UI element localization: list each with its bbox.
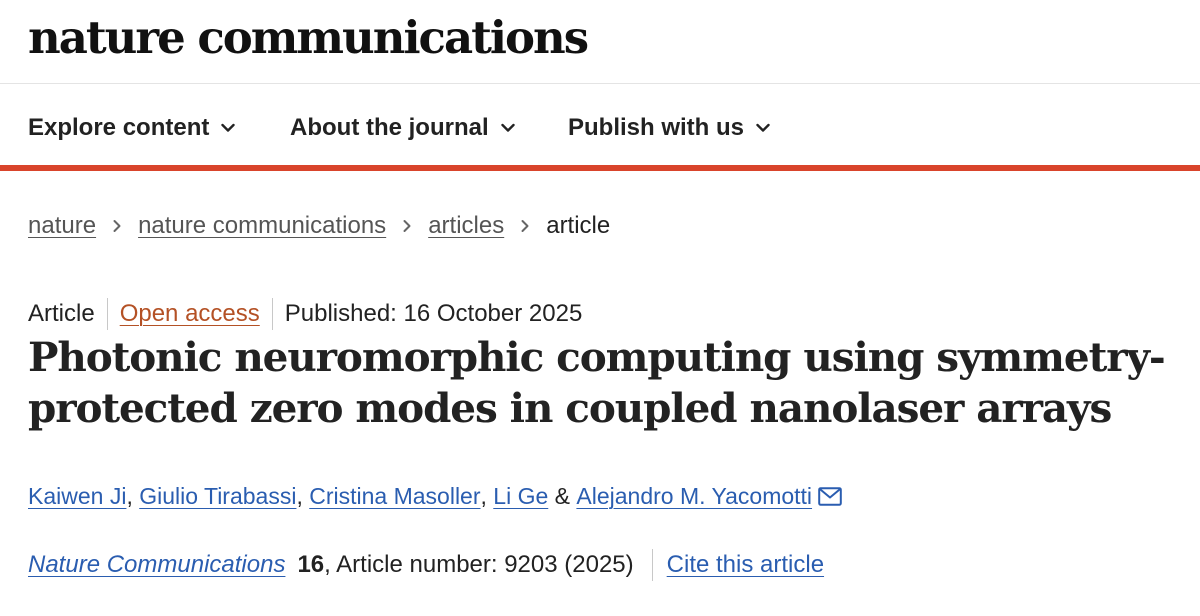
breadcrumb-articles[interactable]: articles <box>428 212 504 240</box>
open-access-link[interactable]: Open access <box>120 300 260 328</box>
article-title-line-2: protected zero modes in coupled nanolase… <box>28 384 1112 432</box>
author-link[interactable]: Alejandro M. Yacomotti <box>576 483 812 510</box>
author-link[interactable]: Li Ge <box>493 483 548 510</box>
citation-line: Nature Communications 16 , Article numbe… <box>28 547 824 583</box>
chevron-down-icon <box>500 123 515 133</box>
masthead: nature communications <box>0 0 1200 84</box>
author-separator: , <box>296 482 303 509</box>
envelope-icon[interactable] <box>818 486 842 506</box>
author-separator: , <box>126 482 133 509</box>
citation-divider <box>651 549 653 581</box>
article-type: Article <box>28 300 95 327</box>
journal-link[interactable]: Nature Communications <box>28 551 285 579</box>
author-link[interactable]: Cristina Masoller <box>309 483 480 510</box>
meta-divider <box>106 298 108 330</box>
nav-explore-content[interactable]: Explore content <box>28 84 236 171</box>
main-nav: Explore content About the journal Publis… <box>0 84 1200 171</box>
article-title: Photonic neuromorphic computing using sy… <box>28 332 1188 434</box>
meta-divider <box>271 298 273 330</box>
nav-about-journal[interactable]: About the journal <box>290 84 515 171</box>
article-title-line-1: Photonic neuromorphic computing using sy… <box>28 333 1166 381</box>
author-last-separator: & <box>554 482 570 509</box>
article-number: , Article number: 9203 (2025) <box>324 551 634 578</box>
site-logo[interactable]: nature communications <box>28 8 589 68</box>
chevron-down-icon <box>221 123 236 133</box>
breadcrumb-current: article <box>546 212 611 239</box>
author-link[interactable]: Giulio Tirabassi <box>139 483 296 510</box>
chevron-down-icon <box>756 123 770 133</box>
breadcrumb: nature nature communications articles ar… <box>28 208 610 244</box>
breadcrumb-nature-communications[interactable]: nature communications <box>138 212 386 240</box>
chevron-right-icon <box>520 219 530 233</box>
author-link[interactable]: Kaiwen Ji <box>28 483 126 510</box>
article-meta: Article Open access Published: 16 Octobe… <box>28 296 582 332</box>
chevron-right-icon <box>112 219 122 233</box>
published-date: Published: 16 October 2025 <box>284 300 583 327</box>
volume-number: 16 <box>297 551 325 578</box>
nav-item-label: Publish with us <box>568 113 745 141</box>
breadcrumb-nature[interactable]: nature <box>28 212 96 240</box>
nav-item-label: About the journal <box>290 113 489 141</box>
nav-item-label: Explore content <box>28 113 210 141</box>
author-list: Kaiwen Ji , Giulio Tirabassi , Cristina … <box>28 478 842 514</box>
nav-publish-with-us[interactable]: Publish with us <box>568 84 770 171</box>
chevron-right-icon <box>402 219 412 233</box>
author-separator: , <box>480 482 487 509</box>
cite-this-article-link[interactable]: Cite this article <box>667 551 824 579</box>
